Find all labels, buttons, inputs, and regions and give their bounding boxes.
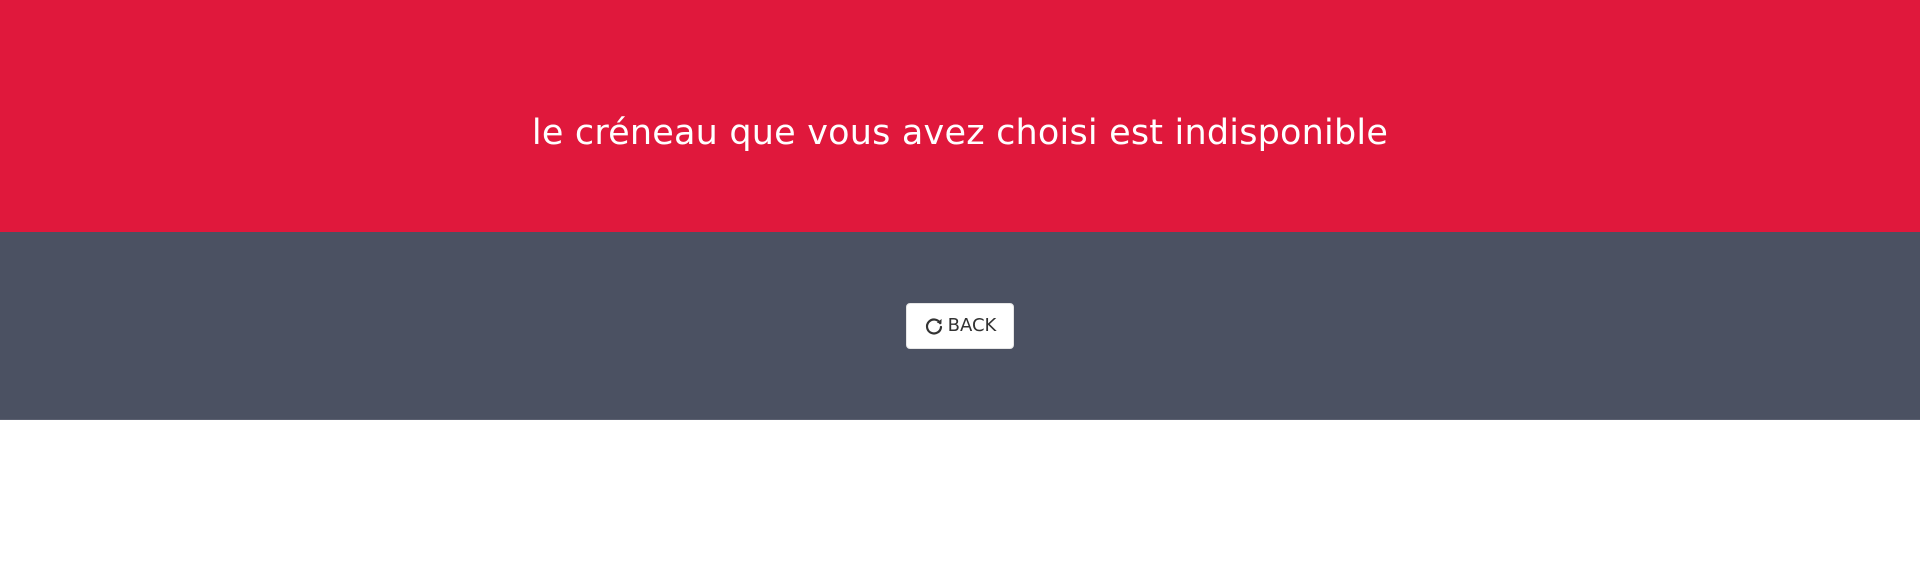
page-body	[0, 420, 1920, 586]
refresh-icon	[924, 316, 944, 336]
back-button-label: BACK	[947, 315, 997, 336]
unavailable-slot-message: le créneau que vous avez choisi est indi…	[531, 113, 1389, 153]
back-button[interactable]: BACK	[906, 303, 1014, 349]
